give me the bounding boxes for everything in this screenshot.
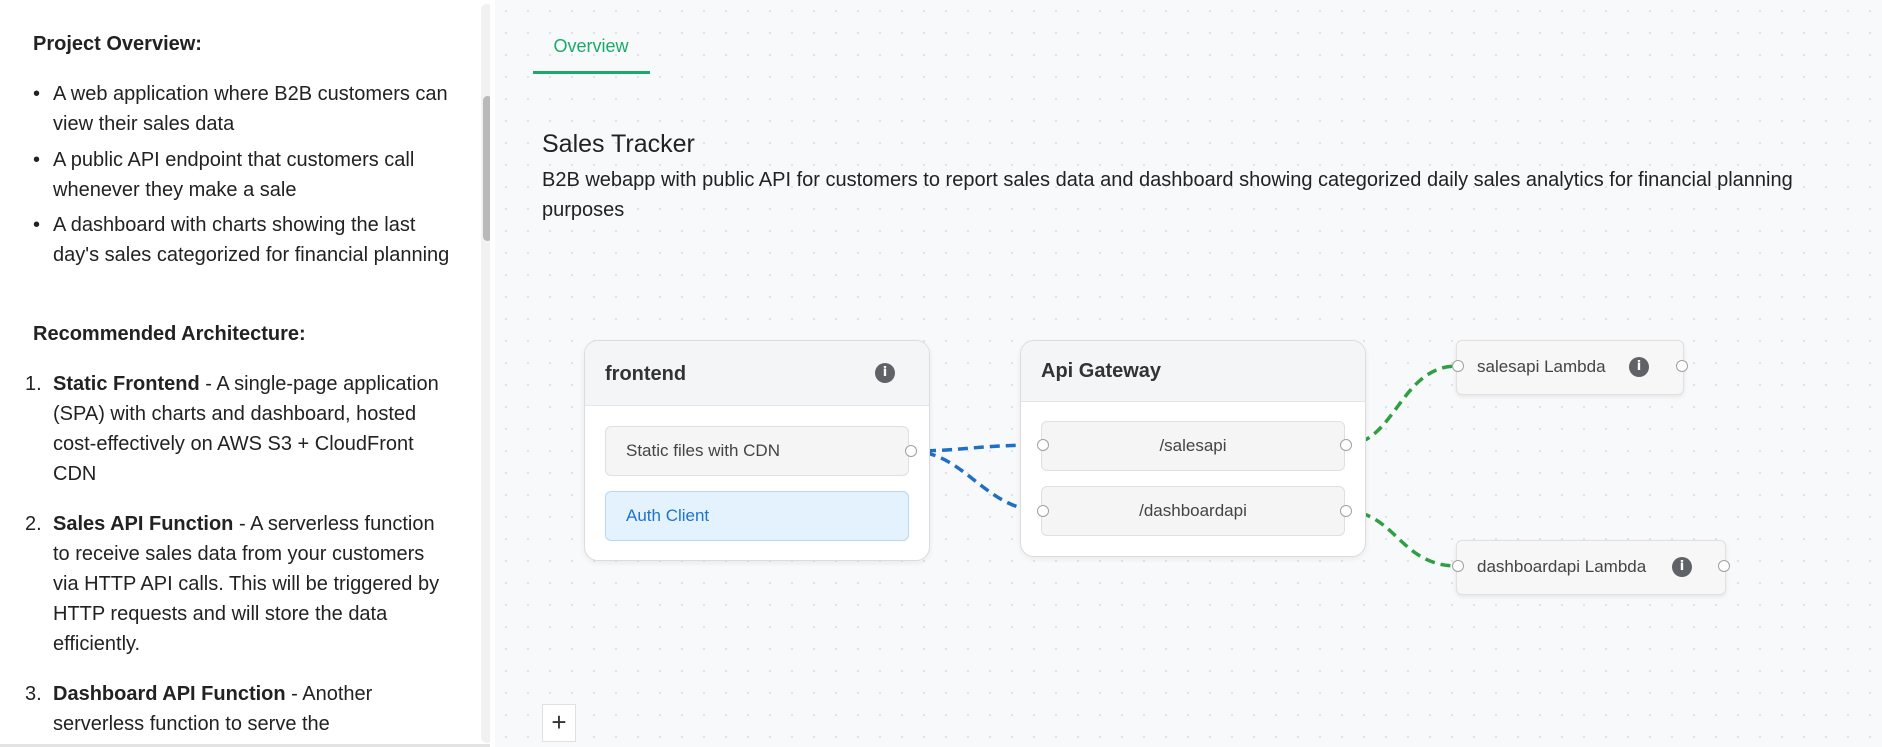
info-icon[interactable]: i: [1629, 357, 1649, 377]
list-number: 2.: [25, 513, 42, 535]
list-number: 3.: [25, 683, 42, 705]
lambda-label: salesapi Lambda: [1477, 357, 1606, 376]
canvas-panel: Overview Sales Tracker B2B webapp with p…: [495, 0, 1882, 747]
port-salesapi-out[interactable]: [1340, 439, 1352, 451]
route-label: /salesapi: [1159, 436, 1227, 455]
api-gateway-node-header: Api Gateway: [1021, 341, 1365, 402]
lambda-label: dashboardapi Lambda: [1477, 557, 1647, 576]
info-icon[interactable]: i: [1672, 557, 1692, 577]
api-gateway-node-title: Api Gateway: [1041, 360, 1162, 382]
port-dashboardapi-out[interactable]: [1340, 505, 1352, 517]
bullet-dot: •: [33, 214, 41, 236]
port-salesapi-in[interactable]: [1037, 439, 1049, 451]
port-salesapi-lambda-out[interactable]: [1676, 360, 1688, 372]
bullet-dot: •: [33, 83, 41, 105]
project-overview-heading: Project Overview:: [33, 33, 202, 55]
overview-item: A dashboard with charts showing the last…: [53, 214, 450, 266]
frontend-item-static-files[interactable]: Static files with CDN: [605, 426, 909, 476]
frontend-item-auth-client[interactable]: Auth Client: [605, 491, 909, 541]
route-label: /dashboardapi: [1139, 501, 1247, 520]
architecture-item-title: Dashboard API Function: [53, 683, 286, 705]
route-dashboardapi[interactable]: /dashboardapi: [1041, 486, 1345, 536]
architecture-item-title: Sales API Function: [53, 513, 234, 535]
frontend-node[interactable]: frontend i Static files with CDN Auth Cl…: [584, 340, 930, 561]
chat-panel: Project Overview: • A web application wh…: [0, 0, 490, 747]
overview-item: A public API endpoint that customers cal…: [53, 149, 415, 201]
port-dashboardapi-in[interactable]: [1037, 505, 1049, 517]
frontend-item-label: Static files with CDN: [626, 441, 780, 460]
dashboardapi-lambda-node[interactable]: dashboardapi Lambda i: [1456, 540, 1726, 595]
overview-item: A web application where B2B customers ca…: [53, 83, 448, 135]
salesapi-lambda-node[interactable]: salesapi Lambda i: [1456, 340, 1684, 395]
frontend-node-title: frontend: [605, 363, 687, 385]
port-dashboardapi-lambda-out[interactable]: [1718, 560, 1730, 572]
bullet-dot: •: [33, 149, 41, 171]
architecture-item: Dashboard API Function - Another serverl…: [53, 679, 453, 739]
list-number: 1.: [25, 373, 42, 395]
route-salesapi[interactable]: /salesapi: [1041, 421, 1345, 471]
architecture-item-title: Static Frontend: [53, 373, 200, 395]
frontend-item-label: Auth Client: [626, 506, 710, 525]
architecture-heading: Recommended Architecture:: [33, 323, 306, 345]
architecture-item: Sales API Function - A serverless functi…: [53, 509, 453, 659]
api-gateway-node[interactable]: Api Gateway /salesapi /dashboardapi: [1020, 340, 1366, 557]
zoom-in-button[interactable]: +: [542, 704, 576, 742]
architecture-item: Static Frontend - A single-page applicat…: [53, 369, 453, 489]
port-dashboardapi-lambda-in[interactable]: [1452, 560, 1464, 572]
port-salesapi-lambda-in[interactable]: [1452, 360, 1464, 372]
frontend-node-header: frontend i: [585, 341, 929, 406]
port-frontend-static-out[interactable]: [905, 445, 917, 457]
scrollbar-thumb[interactable]: [483, 96, 490, 241]
info-icon[interactable]: i: [875, 363, 895, 383]
